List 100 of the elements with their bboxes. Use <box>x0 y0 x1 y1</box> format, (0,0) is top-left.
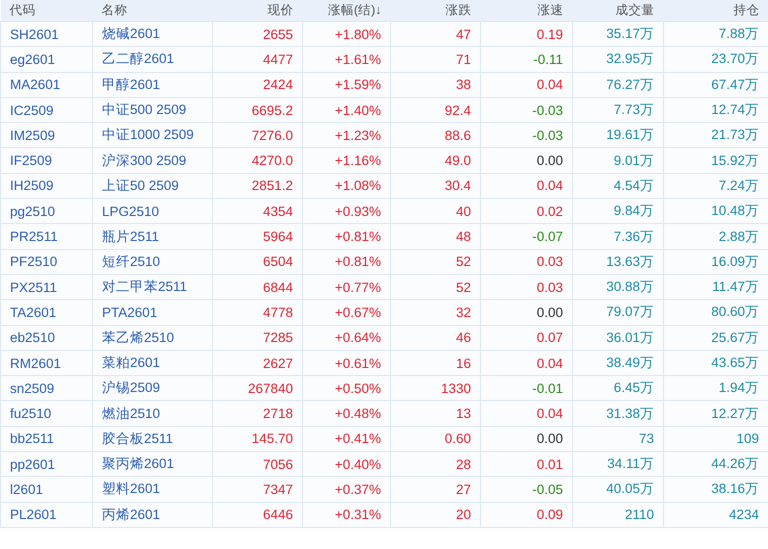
table-cell: pp2601 <box>0 452 92 477</box>
column-header[interactable]: 涨速 <box>480 0 572 22</box>
table-cell: LPG2510 <box>92 198 212 224</box>
table-cell: +0.37% <box>302 476 390 502</box>
table-cell: 34.11万 <box>572 452 664 477</box>
table-cell: MA2601 <box>0 72 92 98</box>
table-cell: -0.11 <box>480 46 572 72</box>
table-cell: 菜粕2601 <box>92 350 212 376</box>
table-cell: +0.48% <box>302 400 390 426</box>
table-cell: 0.04 <box>480 350 572 376</box>
table-cell: 13 <box>390 400 480 426</box>
table-cell: 短纤2510 <box>92 249 212 274</box>
table-cell: PF2510 <box>0 249 92 274</box>
table-cell: 聚丙烯2601 <box>92 452 212 477</box>
table-cell: 4778 <box>212 300 302 326</box>
table-cell: 267840 <box>212 376 302 401</box>
table-cell: +0.81% <box>302 249 390 274</box>
table-cell: 20 <box>390 502 480 528</box>
table-cell: +1.40% <box>302 97 390 123</box>
column-header[interactable]: 成交量 <box>572 0 664 22</box>
table-cell: 4.54万 <box>572 173 664 199</box>
column-header[interactable]: 涨跌 <box>390 0 480 22</box>
table-cell: 92.4 <box>390 97 480 123</box>
table-cell: 13.63万 <box>572 249 664 274</box>
table-cell: 4270.0 <box>212 148 302 174</box>
table-cell: 2627 <box>212 350 302 376</box>
table-cell: +0.93% <box>302 198 390 224</box>
column-header[interactable]: 代码 <box>0 0 92 22</box>
table-cell: 瓶片2511 <box>92 224 212 250</box>
table-cell: 2718 <box>212 400 302 426</box>
table-cell: 35.17万 <box>572 22 664 47</box>
table-cell: +0.81% <box>302 224 390 250</box>
table-cell: 燃油2510 <box>92 400 212 426</box>
table-cell: 79.07万 <box>572 300 664 326</box>
table-cell: 中证500 2509 <box>92 97 212 123</box>
table-cell: 2110 <box>572 502 664 528</box>
table-cell: +0.64% <box>302 325 390 350</box>
table-cell: fu2510 <box>0 400 92 426</box>
table-cell: 0.60 <box>390 426 480 452</box>
table-cell: PX2511 <box>0 274 92 300</box>
table-cell: 52 <box>390 249 480 274</box>
table-cell: 沪锡2509 <box>92 376 212 401</box>
table-cell: 0.09 <box>480 502 572 528</box>
table-cell: 31.38万 <box>572 400 664 426</box>
table-cell: 1330 <box>390 376 480 401</box>
table-cell: 0.04 <box>480 173 572 199</box>
table-cell: 30.4 <box>390 173 480 199</box>
table-cell: 0.01 <box>480 452 572 477</box>
table-cell: 38 <box>390 72 480 98</box>
table-cell: bb2511 <box>0 426 92 452</box>
table-cell: -0.03 <box>480 122 572 148</box>
table-cell: 7285 <box>212 325 302 350</box>
table-cell: IM2509 <box>0 122 92 148</box>
table-cell: +0.61% <box>302 350 390 376</box>
column-header[interactable]: 现价 <box>212 0 302 22</box>
table-cell: 胶合板2511 <box>92 426 212 452</box>
table-cell: 145.70 <box>212 426 302 452</box>
table-cell: 丙烯2601 <box>92 502 212 528</box>
table-cell: 甲醇2601 <box>92 72 212 98</box>
column-header[interactable]: 名称 <box>92 0 212 22</box>
table-cell: -0.05 <box>480 476 572 502</box>
table-cell: -0.03 <box>480 97 572 123</box>
table-cell: 9.84万 <box>572 198 664 224</box>
table-cell: +1.08% <box>302 173 390 199</box>
table-cell: 苯乙烯2510 <box>92 325 212 350</box>
table-cell: 7276.0 <box>212 122 302 148</box>
column-header[interactable]: 涨幅(结)↓ <box>302 0 390 22</box>
table-cell: 36.01万 <box>572 325 664 350</box>
table-cell: 乙二醇2601 <box>92 46 212 72</box>
table-cell: 2655 <box>212 22 302 47</box>
table-cell: +0.40% <box>302 452 390 477</box>
table-cell: 19.61万 <box>572 122 664 148</box>
table-cell: 47 <box>390 22 480 47</box>
table-cell: PTA2601 <box>92 300 212 326</box>
table-cell: 6446 <box>212 502 302 528</box>
table-cell: IC2509 <box>0 97 92 123</box>
table-cell: 烧碱2601 <box>92 22 212 47</box>
table-cell: 中证1000 2509 <box>92 122 212 148</box>
table-cell: 0.03 <box>480 274 572 300</box>
table-cell: 0.07 <box>480 325 572 350</box>
table-cell: 0.00 <box>480 300 572 326</box>
table-cell: 7056 <box>212 452 302 477</box>
table-cell: -0.07 <box>480 224 572 250</box>
table-cell: 4354 <box>212 198 302 224</box>
table-cell: 16 <box>390 350 480 376</box>
table-cell: 7.36万 <box>572 224 664 250</box>
table-cell: 5964 <box>212 224 302 250</box>
table-cell: pg2510 <box>0 198 92 224</box>
table-cell: 7.73万 <box>572 97 664 123</box>
table-cell: 上证50 2509 <box>92 173 212 199</box>
table-cell: 7.88万 <box>664 22 768 47</box>
column-header[interactable]: 持仓 <box>664 0 768 22</box>
table-cell: l2601 <box>0 476 92 502</box>
table-cell: 49.0 <box>390 148 480 174</box>
table-cell: 6504 <box>212 249 302 274</box>
table-cell: 9.01万 <box>572 148 664 174</box>
table-cell: TA2601 <box>0 300 92 326</box>
table-cell: +1.23% <box>302 122 390 148</box>
table-cell: +0.50% <box>302 376 390 401</box>
table-cell: 4477 <box>212 46 302 72</box>
